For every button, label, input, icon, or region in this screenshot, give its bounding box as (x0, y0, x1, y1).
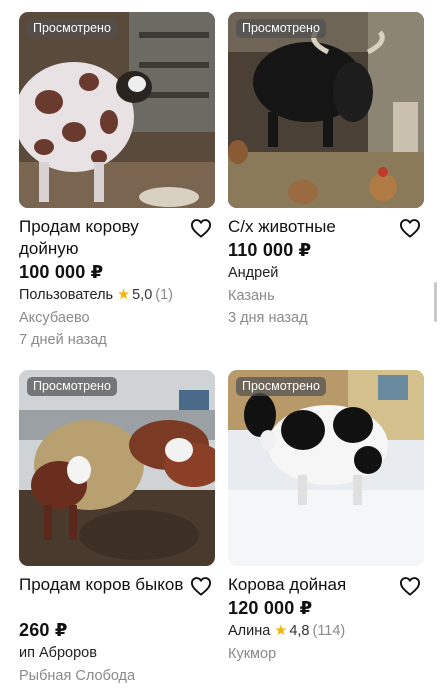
star-icon: ★ (274, 623, 288, 639)
seller-name[interactable]: Алина (228, 623, 270, 639)
heart-outline-icon[interactable] (399, 218, 421, 238)
seller-rating-count: (114) (312, 623, 346, 639)
listing-date: 3 дня назад (228, 310, 308, 326)
listing-photo[interactable]: Просмотрено (19, 12, 215, 208)
seller-name[interactable]: Пользователь (19, 287, 113, 303)
viewed-badge: Просмотрено (27, 19, 117, 38)
listing-title[interactable]: Продам корову дойную (19, 216, 189, 260)
listing-price: 260 ₽ (19, 620, 68, 640)
listing-photo[interactable]: Просмотрено (228, 12, 424, 208)
viewed-badge: Просмотрено (236, 19, 326, 38)
listing-title[interactable]: Корова дойная (228, 574, 398, 596)
seller-info[interactable]: Алина ★ 4,8 (114) (228, 623, 345, 639)
heart-outline-icon[interactable] (190, 576, 212, 596)
listing-price: 120 000 ₽ (228, 598, 313, 618)
listing-location: Аксубаево (19, 310, 90, 326)
seller-info[interactable]: Пользователь ★ 5,0 (1) (19, 287, 173, 303)
listing-title[interactable]: С/х животные (228, 216, 398, 238)
scrollbar-thumb[interactable] (434, 282, 437, 322)
viewed-badge: Просмотрено (27, 377, 117, 396)
listing-location: Рыбная Слобода (19, 668, 136, 684)
listing-title[interactable]: Продам коров быков (19, 574, 189, 596)
seller-rating-count: (1) (155, 287, 174, 303)
listing-location: Кукмор (228, 646, 277, 662)
listing-price: 110 000 ₽ (228, 240, 312, 260)
seller-name[interactable]: Андрей (228, 265, 278, 281)
star-icon: ★ (117, 287, 131, 303)
seller-rating: 4,8 (289, 623, 310, 639)
seller-name[interactable]: ип Аброров (19, 645, 97, 661)
heart-outline-icon[interactable] (190, 218, 212, 238)
listing-price: 100 000 ₽ (19, 262, 104, 282)
viewed-badge: Просмотрено (236, 377, 326, 396)
listing-photo[interactable]: Просмотрено (228, 370, 424, 566)
heart-outline-icon[interactable] (399, 576, 421, 596)
listing-photo[interactable]: Просмотрено (19, 370, 215, 566)
listing-date: 7 дней назад (19, 332, 107, 348)
listing-location: Казань (228, 288, 275, 304)
seller-rating: 5,0 (132, 287, 153, 303)
